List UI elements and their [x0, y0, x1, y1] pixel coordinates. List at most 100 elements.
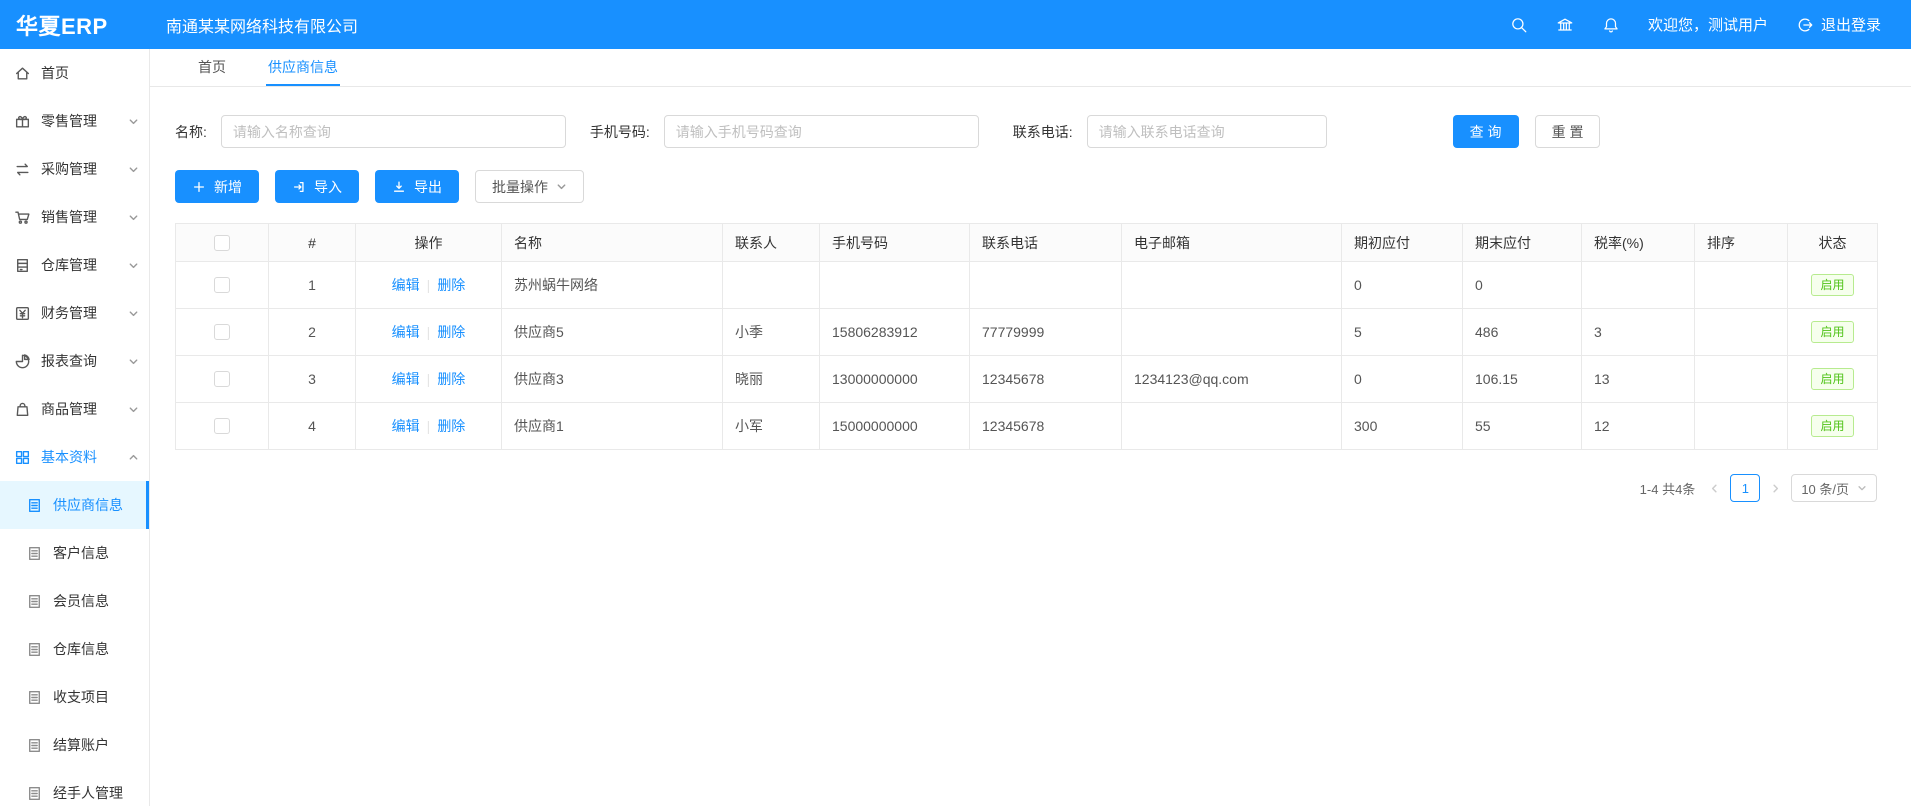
delete-link[interactable]: 删除 — [437, 371, 465, 387]
page-number-button[interactable]: 1 — [1730, 474, 1760, 502]
cell-name: 苏州蜗牛网络 — [502, 262, 723, 309]
user-greeting: 欢迎您，测试用户 — [1648, 14, 1768, 35]
doc-icon — [26, 689, 43, 706]
sidebar-item-purchase[interactable]: 采购管理 — [0, 145, 149, 193]
tab-supplier-info[interactable]: 供应商信息 — [266, 49, 340, 86]
sidebar-item-income-expense[interactable]: 收支项目 — [0, 673, 149, 721]
sidebar-item-sales[interactable]: 销售管理 — [0, 193, 149, 241]
row-checkbox[interactable] — [214, 324, 230, 340]
status-badge: 启用 — [1811, 368, 1853, 390]
status-badge: 启用 — [1811, 415, 1853, 437]
cell-telephone: 77779999 — [970, 309, 1122, 356]
chevron-right-icon[interactable] — [1770, 483, 1781, 494]
cell-sort — [1695, 309, 1788, 356]
col-email: 电子邮箱 — [1122, 224, 1342, 262]
add-button[interactable]: 新增 — [175, 170, 259, 203]
chevron-left-icon[interactable] — [1709, 483, 1720, 494]
sidebar-item-member-info[interactable]: 会员信息 — [0, 577, 149, 625]
batch-actions-button[interactable]: 批量操作 — [475, 170, 584, 203]
import-button[interactable]: 导入 — [275, 170, 359, 203]
telephone-filter-input[interactable] — [1087, 115, 1327, 148]
select-all-checkbox[interactable] — [214, 235, 230, 251]
sidebar-item-settlement-account[interactable]: 结算账户 — [0, 721, 149, 769]
sidebar-item-finance[interactable]: 财务管理 — [0, 289, 149, 337]
col-status: 状态 — [1788, 224, 1878, 262]
cell-sort — [1695, 403, 1788, 450]
col-contact: 联系人 — [723, 224, 820, 262]
chevron-down-icon — [128, 356, 139, 367]
pagination-total: 1-4 共4条 — [1640, 479, 1696, 498]
row-checkbox[interactable] — [214, 277, 230, 293]
storage-icon — [14, 257, 31, 274]
edit-link[interactable]: 编辑 — [392, 371, 420, 387]
name-filter-input[interactable] — [221, 115, 566, 148]
pagination: 1-4 共4条 1 10 条/页 — [175, 474, 1877, 502]
chevron-down-icon — [556, 181, 567, 192]
sidebar-item-products[interactable]: 商品管理 — [0, 385, 149, 433]
sidebar-item-basic-data[interactable]: 基本资料 — [0, 433, 149, 481]
search-icon[interactable] — [1510, 16, 1528, 34]
cell-contact: 晓丽 — [723, 356, 820, 403]
cell-email — [1122, 309, 1342, 356]
doc-icon — [26, 641, 43, 658]
col-opening-payable: 期初应付 — [1342, 224, 1463, 262]
sidebar-item-warehouse-info[interactable]: 仓库信息 — [0, 625, 149, 673]
chevron-down-icon — [128, 116, 139, 127]
name-filter-label: 名称: — [175, 122, 207, 142]
edit-link[interactable]: 编辑 — [392, 277, 420, 293]
sidebar-item-home[interactable]: 首页 — [0, 49, 149, 97]
doc-icon — [26, 785, 43, 802]
tab-home[interactable]: 首页 — [196, 49, 228, 86]
sidebar-item-supplier-info[interactable]: 供应商信息 — [0, 481, 149, 529]
cell-name: 供应商3 — [502, 356, 723, 403]
bag-icon — [14, 401, 31, 418]
home-icon — [14, 65, 31, 82]
telephone-filter-label: 联系电话: — [1013, 122, 1073, 142]
cell-opening: 5 — [1342, 309, 1463, 356]
cell-phone: 15000000000 — [820, 403, 970, 450]
cell-closing: 486 — [1463, 309, 1582, 356]
page-size-select[interactable]: 10 条/页 — [1791, 474, 1877, 502]
bank-icon[interactable] — [1556, 16, 1574, 34]
company-name: 南通某某网络科技有限公司 — [166, 13, 358, 37]
export-button[interactable]: 导出 — [375, 170, 459, 203]
chevron-down-icon — [128, 404, 139, 415]
sidebar-item-handler-management[interactable]: 经手人管理 — [0, 769, 149, 806]
delete-link[interactable]: 删除 — [437, 324, 465, 340]
table-row: 3 编辑|删除 供应商3 晓丽 13000000000 12345678 123… — [176, 356, 1878, 403]
sidebar-item-warehouse[interactable]: 仓库管理 — [0, 241, 149, 289]
cell-opening: 0 — [1342, 262, 1463, 309]
top-header-bar: 华夏ERP 南通某某网络科技有限公司 欢迎您，测试用户 退出登录 — [0, 0, 1911, 49]
chevron-down-icon — [128, 308, 139, 319]
col-index: # — [269, 224, 356, 262]
edit-link[interactable]: 编辑 — [392, 418, 420, 434]
row-checkbox[interactable] — [214, 371, 230, 387]
swap-icon — [14, 161, 31, 178]
chevron-down-icon — [128, 260, 139, 271]
cell-telephone — [970, 262, 1122, 309]
bell-icon[interactable] — [1602, 16, 1620, 34]
delete-link[interactable]: 删除 — [437, 277, 465, 293]
table-row: 1 编辑|删除 苏州蜗牛网络 0 0 启用 — [176, 262, 1878, 309]
sidebar-item-retail[interactable]: 零售管理 — [0, 97, 149, 145]
reset-button[interactable]: 重 置 — [1535, 115, 1601, 148]
filter-row: 名称: 手机号码: 联系电话: 查 询 重 置 — [175, 115, 1911, 148]
table-row: 2 编辑|删除 供应商5 小季 15806283912 77779999 5 4… — [176, 309, 1878, 356]
edit-link[interactable]: 编辑 — [392, 324, 420, 340]
logout-icon — [1796, 16, 1814, 34]
cell-email: 1234123@qq.com — [1122, 356, 1342, 403]
logout-button[interactable]: 退出登录 — [1796, 14, 1881, 35]
sidebar-item-reports[interactable]: 报表查询 — [0, 337, 149, 385]
toolbar: 新增 导入 导出 批量操作 — [175, 170, 1911, 203]
tab-bar: 首页 供应商信息 — [150, 49, 1911, 87]
status-badge: 启用 — [1811, 321, 1853, 343]
phone-filter-input[interactable] — [664, 115, 979, 148]
col-name: 名称 — [502, 224, 723, 262]
row-checkbox[interactable] — [214, 418, 230, 434]
cell-phone: 15806283912 — [820, 309, 970, 356]
delete-link[interactable]: 删除 — [437, 418, 465, 434]
query-button[interactable]: 查 询 — [1453, 115, 1519, 148]
sidebar-item-customer-info[interactable]: 客户信息 — [0, 529, 149, 577]
cell-opening: 300 — [1342, 403, 1463, 450]
cell-contact: 小军 — [723, 403, 820, 450]
